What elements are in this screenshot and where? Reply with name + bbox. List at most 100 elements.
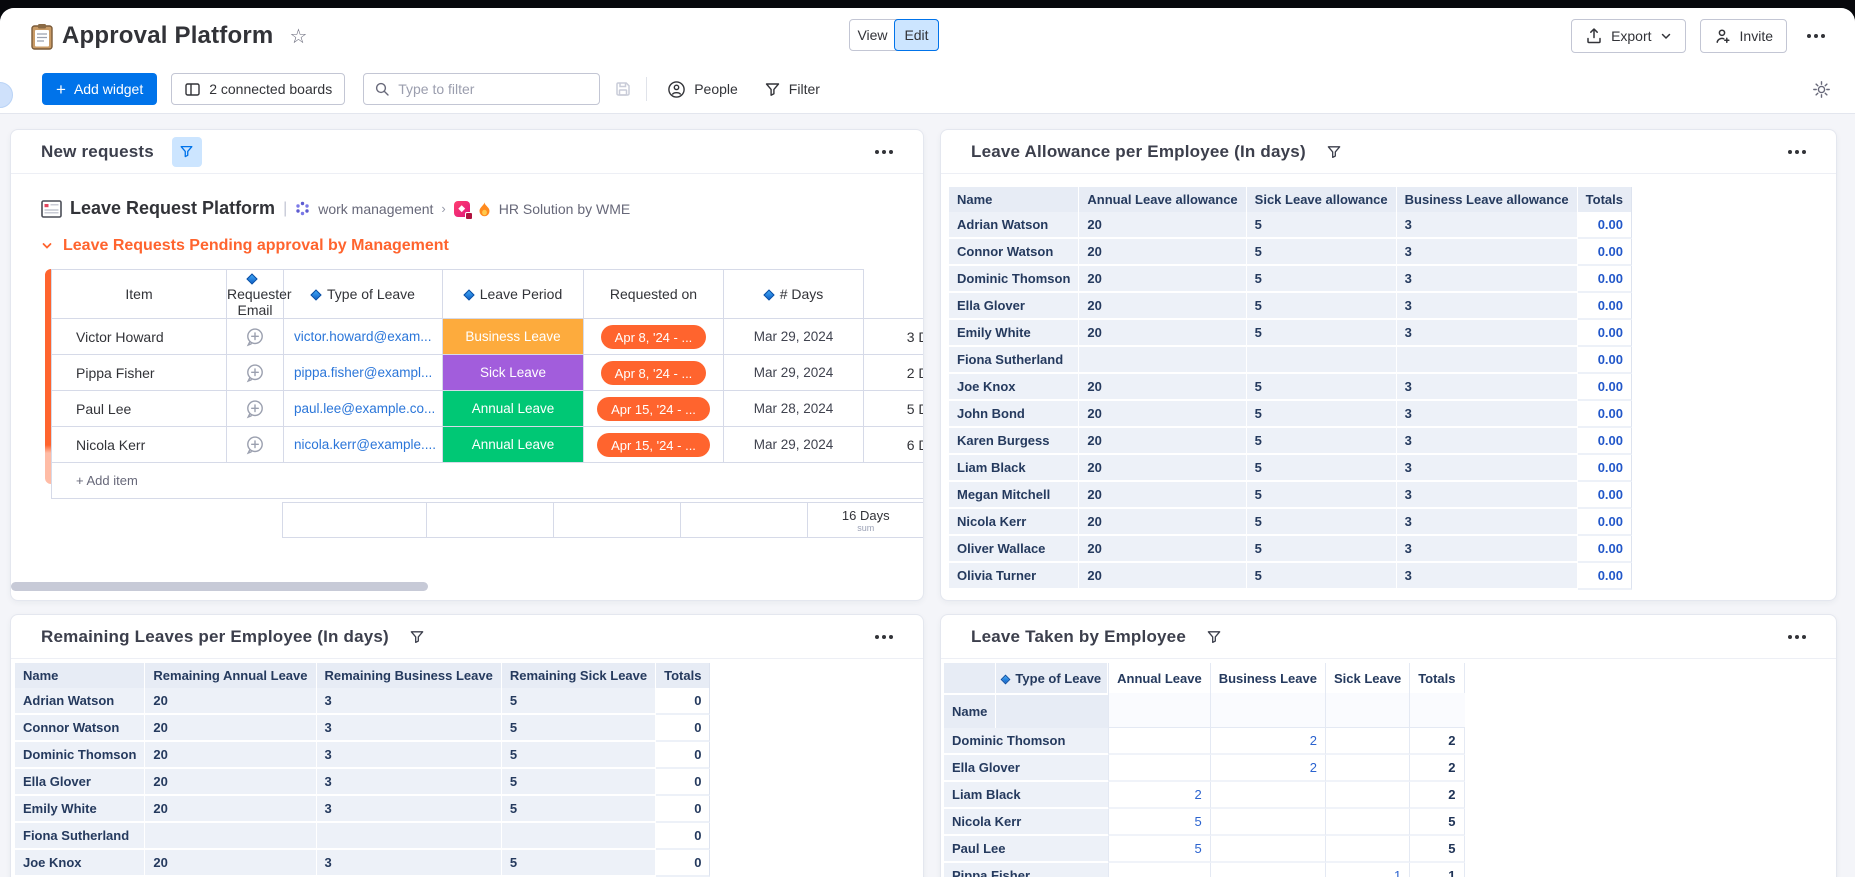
days-cell[interactable]: 2 Days — [863, 354, 923, 391]
filter-button[interactable]: Filter — [758, 75, 826, 104]
item-name[interactable]: Nicola Kerr — [51, 426, 227, 463]
board-link[interactable]: Leave Request Platform — [70, 198, 275, 219]
favorite-star-icon[interactable]: ☆ — [289, 24, 307, 49]
column-header[interactable]: Requester Email — [226, 269, 292, 319]
days-cell[interactable]: 3 Days — [863, 318, 923, 355]
page-title[interactable]: Approval Platform — [62, 22, 273, 50]
requester-email-link[interactable]: paul.lee@example.co... — [283, 390, 443, 427]
column-header[interactable]: Type of Leave — [283, 269, 443, 319]
column-header[interactable]: Business Leave — [1209, 663, 1325, 693]
requester-email-link[interactable]: nicola.kerr@example.... — [283, 426, 443, 463]
column-header[interactable]: Sick Leave allowance — [1246, 187, 1397, 212]
table-scroll-area: Item Requester Email Type of Leave Leave Pe… — [51, 269, 923, 538]
filter-search-box — [363, 73, 601, 105]
value-cell: 5 — [1246, 455, 1397, 482]
widget-more-menu-icon[interactable] — [1782, 629, 1812, 645]
requested-on-cell[interactable]: Mar 29, 2024 — [723, 426, 864, 463]
leave-period-pill[interactable]: Apr 8, '24 - ... — [600, 360, 707, 385]
column-header[interactable]: Annual Leave allowance — [1079, 187, 1247, 212]
column-header[interactable]: Name — [949, 187, 1080, 212]
workspace-link[interactable]: work management — [318, 201, 433, 217]
type-of-leave-header[interactable]: Type of Leave — [996, 663, 1109, 693]
table-row: Nicola Kerr nicola.kerr@example.... Annual… — [51, 426, 923, 463]
requested-on-cell[interactable]: Mar 29, 2024 — [723, 354, 864, 391]
days-cell[interactable]: 5 Days — [863, 390, 923, 427]
name-header[interactable]: Name — [944, 693, 997, 728]
column-header[interactable]: Totals — [1577, 187, 1632, 212]
export-button[interactable]: Export — [1571, 19, 1686, 53]
column-header[interactable]: Annual Leave — [1108, 663, 1210, 693]
remaining-leaves-table: Name Remaining Annual Leave Remaining Busi… — [15, 663, 711, 877]
add-widget-button[interactable]: + Add widget — [42, 73, 158, 105]
column-type-icon — [763, 289, 775, 301]
leave-period-pill[interactable]: Apr 8, '24 - ... — [600, 324, 707, 349]
requested-on-cell[interactable]: Mar 28, 2024 — [723, 390, 864, 427]
widget-filter-icon[interactable] — [409, 629, 425, 645]
leave-type-cell[interactable]: Annual Leave — [442, 390, 584, 427]
leave-type-cell[interactable]: Sick Leave — [442, 354, 584, 391]
save-filter-icon[interactable] — [614, 80, 632, 98]
add-update-button[interactable] — [226, 426, 284, 463]
requester-email-link[interactable]: victor.howard@exam... — [283, 318, 443, 355]
employee-name: Nicola Kerr — [949, 509, 1080, 536]
add-update-button[interactable] — [226, 390, 284, 427]
widget-filter-icon[interactable] — [1326, 144, 1342, 160]
item-name[interactable]: Paul Lee — [51, 390, 227, 427]
connected-boards-button[interactable]: 2 connected boards — [171, 73, 346, 105]
leave-period-cell[interactable]: Apr 15, '24 - ... — [583, 390, 724, 427]
leave-type-cell[interactable]: Annual Leave — [442, 426, 584, 463]
group-title[interactable]: Leave Requests Pending approval by Manag… — [41, 237, 923, 255]
widget-more-menu-icon[interactable] — [1782, 144, 1812, 160]
leave-period-cell[interactable]: Apr 15, '24 - ... — [583, 426, 724, 463]
days-cell[interactable]: 6 Days — [863, 426, 923, 463]
value-cell — [1108, 863, 1210, 877]
invite-button[interactable]: Invite — [1699, 19, 1787, 53]
add-update-button[interactable] — [226, 318, 284, 355]
requester-email-link[interactable]: pippa.fisher@exampl... — [283, 354, 443, 391]
app-link[interactable]: HR Solution by WME — [499, 201, 630, 217]
widget-filter-icon[interactable] — [1206, 629, 1222, 645]
add-update-button[interactable] — [226, 354, 284, 391]
column-header[interactable]: # Days — [723, 269, 864, 319]
leave-period-cell[interactable]: Apr 8, '24 - ... — [583, 354, 724, 391]
leave-type-cell[interactable]: Business Leave — [442, 318, 584, 355]
employee-name: Adrian Watson — [15, 688, 146, 715]
widget-more-menu-icon[interactable] — [869, 144, 899, 160]
column-header[interactable]: Remaining Sick Leave — [501, 663, 657, 688]
column-header[interactable]: Item — [51, 269, 227, 319]
edit-toggle-button[interactable]: Edit — [894, 19, 939, 51]
column-header[interactable]: Sick Leave — [1324, 663, 1410, 693]
leave-period-pill[interactable]: Apr 15, '24 - ... — [597, 432, 710, 457]
column-header[interactable]: Leave Period — [442, 269, 584, 319]
leave-period-cell[interactable]: Apr 8, '24 - ... — [583, 318, 724, 355]
add-item-row[interactable]: + Add item — [51, 462, 923, 499]
horizontal-scrollbar[interactable] — [11, 582, 428, 591]
column-header[interactable]: Name — [15, 663, 146, 688]
requested-on-cell[interactable]: Mar 29, 2024 — [723, 318, 864, 355]
item-name[interactable]: Pippa Fisher — [51, 354, 227, 391]
search-input[interactable] — [398, 81, 590, 97]
dashboard-canvas: New requests Leave Request Platform | wo… — [0, 114, 1855, 877]
column-header[interactable]: Requested on — [583, 269, 724, 319]
column-header[interactable]: Remaining Annual Leave — [145, 663, 317, 688]
column-header[interactable]: Remaining Business Leave — [316, 663, 502, 688]
table-row: John Bond 20 5 3 0.00 — [949, 401, 1632, 428]
board-more-menu-icon[interactable] — [1801, 28, 1831, 44]
value-cell: 5 — [1246, 320, 1397, 347]
table-row: Dominic Thomson 20 3 5 0 — [15, 742, 711, 769]
summary-cell — [282, 502, 427, 538]
days-sum-cell[interactable]: 16 Days sum — [806, 502, 923, 538]
item-name[interactable]: Victor Howard — [51, 318, 227, 355]
settings-gear-icon[interactable] — [1812, 80, 1831, 99]
people-filter-button[interactable]: People — [661, 74, 744, 105]
column-header[interactable]: Totals — [656, 663, 711, 688]
view-edit-toggle: View Edit — [849, 19, 939, 51]
view-toggle-button[interactable]: View — [850, 20, 895, 50]
widget-filter-badge[interactable] — [171, 136, 202, 167]
leave-period-pill[interactable]: Apr 15, '24 - ... — [597, 396, 710, 421]
column-header[interactable]: Totals — [1409, 663, 1465, 693]
value-cell: 5 — [501, 742, 657, 769]
widget-more-menu-icon[interactable] — [869, 629, 899, 645]
column-header[interactable]: Business Leave allowance — [1396, 187, 1578, 212]
board-doc-icon — [41, 199, 62, 219]
